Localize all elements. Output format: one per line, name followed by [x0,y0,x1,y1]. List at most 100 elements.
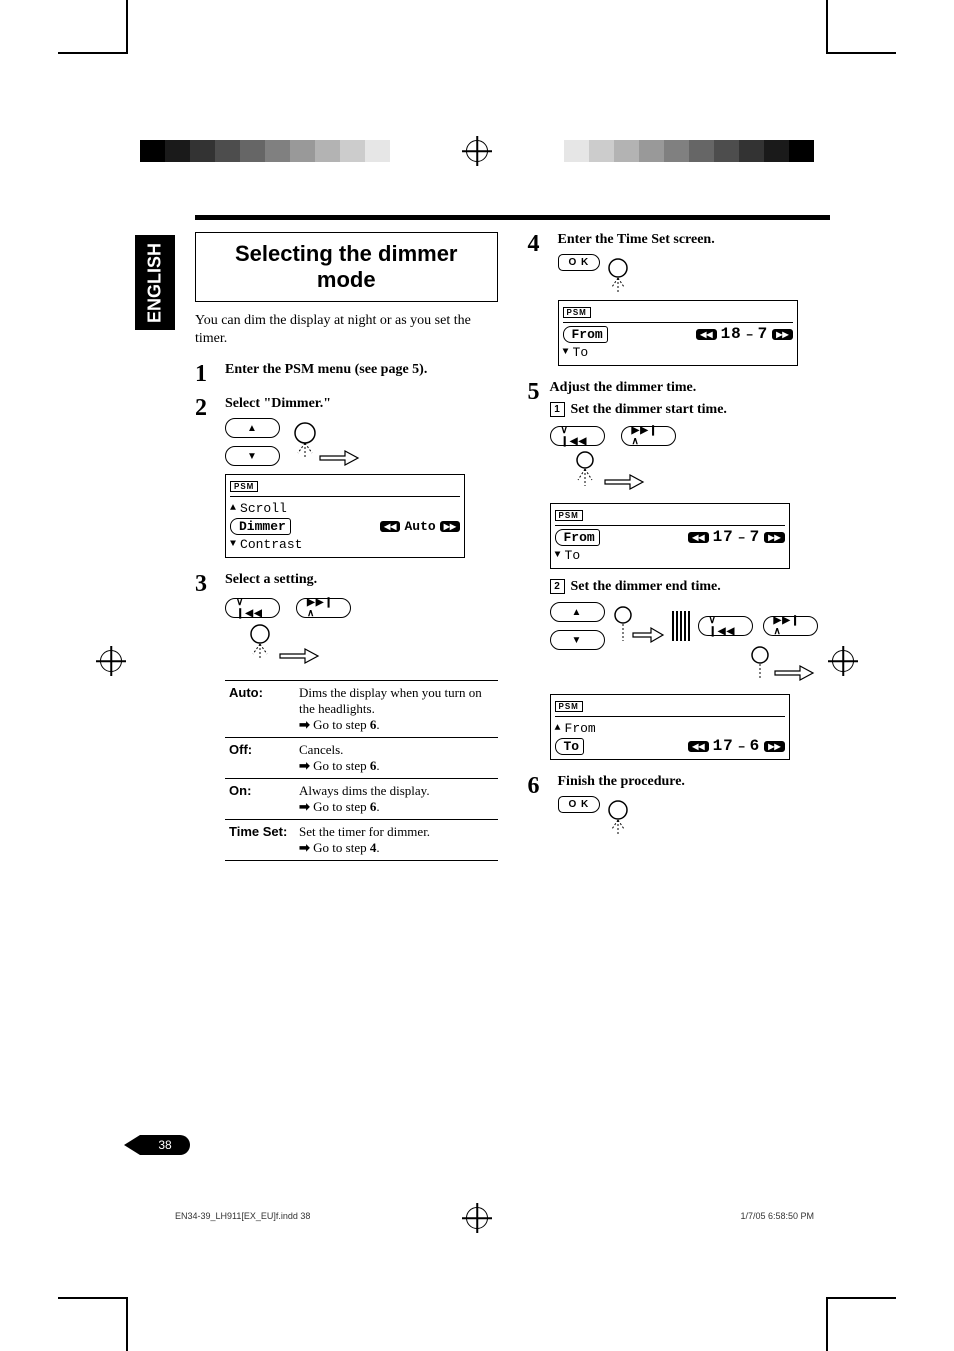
step-number: 5 [528,380,540,404]
lcd-screen: PSM From ◀◀ 18 – 7 ▶▶ ▼To [558,300,798,366]
lcd-screen: PSM From ◀◀ 17 – 7 ▶▶ ▼To [550,503,790,569]
footer-date: 1/7/05 6:58:50 PM [740,1211,814,1221]
down-button-icon: ▼ [225,446,280,466]
right-skip-icon: ▶▶ [764,532,784,543]
lcd-screen: PSM ▲From To ◀◀ 17 – 6 ▶▶ [550,694,790,760]
step-number: 1 [195,362,215,386]
right-skip-icon: ▶▶ [764,741,784,752]
setting-name: Time Set [229,824,283,839]
setting-desc: Always dims the display. [299,783,430,798]
step-5a-title: Set the dimmer start time. [571,402,727,418]
step-2: 2 Select "Dimmer." ▲ ▼ [195,396,498,562]
lcd-hour: 17 [713,528,734,546]
color-bar [564,140,814,162]
step-number: 3 [195,572,215,596]
lcd-header: PSM [555,510,583,521]
lcd-from-selected: From [563,326,608,343]
setting-desc: Cancels. [299,742,343,757]
right-column: 4 Enter the Time Set screen. O K PSM [528,232,831,871]
ok-button-icon: O K [558,796,601,813]
language-tab: ENGLISH [135,235,175,330]
press-indicator-icon [604,796,654,836]
right-skip-icon: ▶▶ [440,521,460,532]
footer: EN34-39_LH911[EX_EU]f.indd 38 1/7/05 6:5… [175,1211,814,1221]
setting-name: On [229,783,247,798]
setting-desc: Dims the display when you turn on the he… [299,685,482,716]
lcd-hour: 7 [750,528,761,546]
next-button-icon: ▶▶❙ ∧ [763,616,818,636]
step-3-title: Select a setting. [225,572,498,588]
press-indicator-icon [290,418,360,468]
page-content: ENGLISH Selecting the dimmer mode You ca… [135,215,830,871]
table-row: Auto: Dims the display when you turn on … [225,681,498,738]
table-row: On: Always dims the display. ➡ Go to ste… [225,779,498,820]
step-4: 4 Enter the Time Set screen. O K PSM [528,232,831,370]
lcd-contrast: Contrast [240,537,302,552]
registration-mark-icon [466,140,488,162]
section-title: Selecting the dimmer mode [195,232,498,302]
step-number: 2 [195,396,215,420]
ok-button-icon: O K [558,254,601,271]
lcd-to: To [565,548,581,563]
lcd-header: PSM [230,481,258,492]
up-button-icon: ▲ [225,418,280,438]
lcd-scroll: Scroll [240,501,287,516]
lcd-hour: 6 [750,737,761,755]
page-number: 38 [140,1135,190,1155]
step-6-title: Finish the procedure. [558,774,831,790]
step-number: 6 [528,774,548,798]
lcd-auto-value: Auto [404,519,435,534]
lcd-hour: 17 [713,737,734,755]
press-indicator-icon [550,645,850,683]
next-button-icon: ▶▶❙ ∧ [296,598,351,618]
left-skip-icon: ◀◀ [688,532,708,543]
up-button-icon: ▲ [550,602,605,622]
lcd-to-selected: To [555,738,585,755]
press-indicator-icon [225,622,345,667]
step-1: 1 Enter the PSM menu (see page 5). [195,362,498,386]
prev-button-icon: ∨ ❙◀◀ [698,616,753,636]
press-indicator-icon [611,601,666,651]
intro-text: You can dim the display at night or as y… [195,312,498,348]
table-row: Off: Cancels. ➡ Go to step 6. [225,738,498,779]
table-row: Time Set: Set the timer for dimmer. ➡ Go… [225,820,498,861]
settings-table: Auto: Dims the display when you turn on … [225,680,498,861]
lcd-header: PSM [563,307,591,318]
setting-desc: Set the timer for dimmer. [299,824,430,839]
right-skip-icon: ▶▶ [772,329,792,340]
footer-file: EN34-39_LH911[EX_EU]f.indd 38 [175,1211,310,1221]
registration-mark-icon [100,650,122,672]
left-skip-icon: ◀◀ [696,329,716,340]
step-2-title: Select "Dimmer." [225,396,498,412]
setting-name: Auto [229,685,259,700]
substep-number-icon: 1 [550,402,565,417]
press-indicator-icon [604,254,654,294]
left-skip-icon: ◀◀ [688,741,708,752]
left-column: Selecting the dimmer mode You can dim th… [195,232,498,871]
step-5-title: Adjust the dimmer time. [550,380,850,396]
prev-button-icon: ∨ ❙◀◀ [225,598,280,618]
step-1-title: Enter the PSM menu (see page 5). [225,362,498,378]
lcd-hour: 7 [758,325,769,343]
step-5b-title: Set the dimmer end time. [571,579,721,595]
step-number: 4 [528,232,548,256]
lcd-header: PSM [555,701,583,712]
step-6: 6 Finish the procedure. O K [528,774,831,836]
substep-number-icon: 2 [550,579,565,594]
press-indicator-icon [550,450,670,492]
color-bar [140,140,390,162]
prev-button-icon: ∨ ❙◀◀ [550,426,605,446]
header-rule [195,215,830,220]
setting-name: Off [229,742,248,757]
lcd-from: From [565,721,596,736]
lcd-from-selected: From [555,529,600,546]
step-4-title: Enter the Time Set screen. [558,232,831,248]
left-skip-icon: ◀◀ [380,521,400,532]
step-5: 5 Adjust the dimmer time. 1Set the dimme… [528,380,831,764]
lcd-dimmer-selected: Dimmer [230,518,291,535]
lcd-hour: 18 [721,325,742,343]
divider-stripes-icon [672,611,692,641]
lcd-screen: PSM ▲Scroll Dimmer ◀◀ Auto ▶▶ ▼Contrast [225,474,465,558]
step-3: 3 Select a setting. ∨ ❙◀◀ ▶▶❙ ∧ [195,572,498,861]
lcd-to: To [573,345,589,360]
